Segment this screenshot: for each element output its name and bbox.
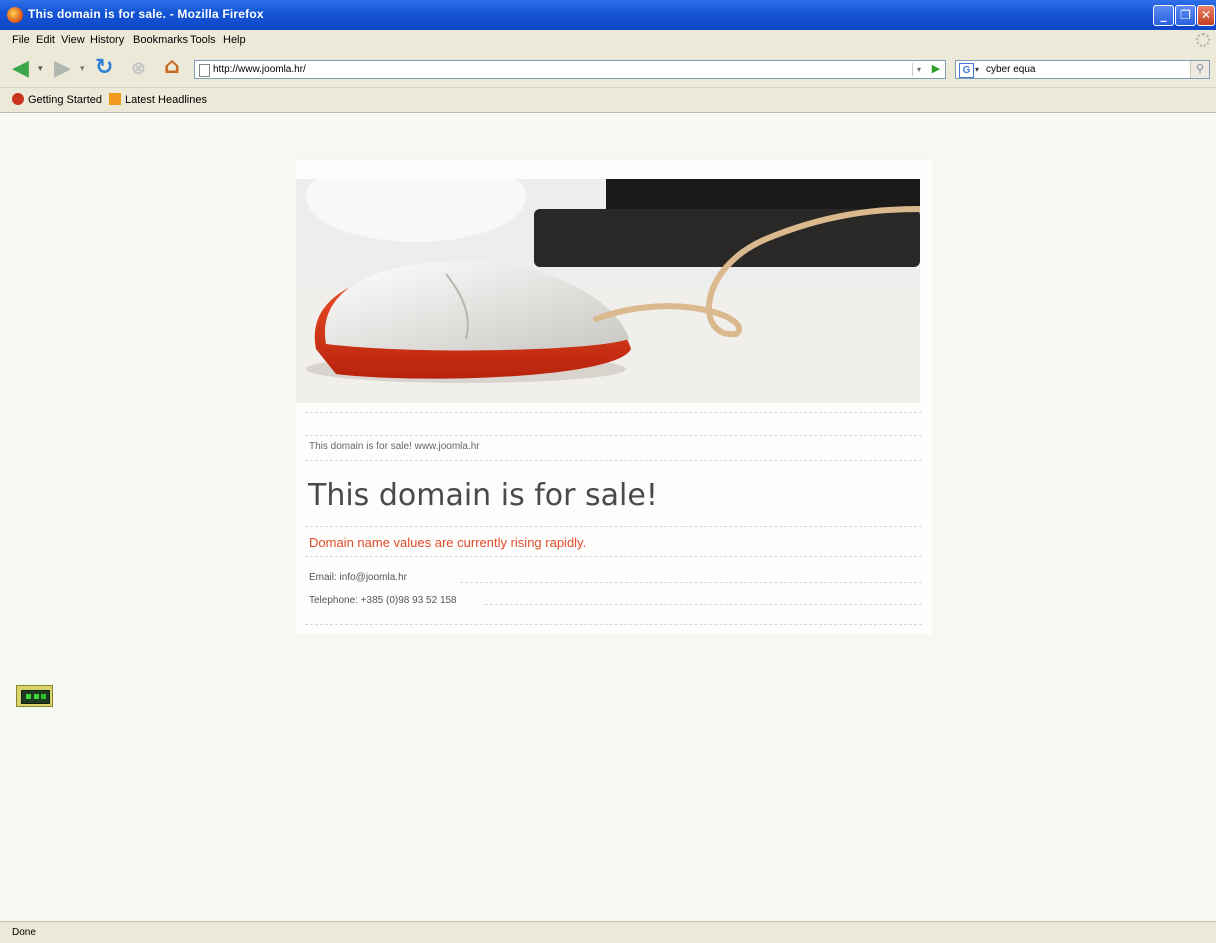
email-line: Email: info@joomla.hr (309, 572, 407, 583)
divider (305, 435, 922, 436)
search-magnifier-icon[interactable]: ⚲ (1190, 61, 1209, 78)
firefox-icon (7, 7, 23, 23)
bookmark-latest-headlines[interactable]: Latest Headlines (109, 93, 207, 106)
minimize-button[interactable]: _ (1153, 5, 1174, 26)
rss-feed-icon (109, 93, 121, 105)
go-icon[interactable]: ▶ (929, 63, 943, 76)
forward-dropdown-icon[interactable]: ▾ (80, 58, 85, 80)
url-input[interactable] (213, 62, 903, 76)
url-bar[interactable]: ▾ ▶ (194, 60, 946, 79)
search-bar[interactable]: G ▾ ⚲ (955, 60, 1210, 79)
page-icon (199, 64, 210, 77)
menu-tools[interactable]: Tools (190, 34, 216, 46)
maximize-button[interactable]: ❐ (1175, 5, 1196, 26)
window-title: This domain is for sale. - Mozilla Firef… (28, 7, 264, 21)
header-photo (296, 179, 920, 403)
getting-started-icon (12, 93, 24, 105)
menu-file[interactable]: File (12, 34, 30, 46)
url-history-dropdown-icon[interactable]: ▾ (912, 63, 925, 76)
divider (305, 526, 922, 527)
embedded-applet-icon[interactable] (16, 685, 53, 707)
applet-screen (21, 690, 50, 704)
menu-history[interactable]: History (90, 34, 124, 46)
google-engine-icon[interactable]: G (959, 63, 974, 78)
home-icon[interactable]: ⌂ (164, 56, 180, 78)
subheadline: Domain name values are currently rising … (309, 535, 587, 550)
search-input[interactable] (986, 62, 1176, 76)
back-arrow-icon[interactable]: ◀ (12, 58, 29, 80)
mouse-photo-illustration (296, 179, 920, 403)
telephone-line: Telephone: +385 (0)98 93 52 158 (309, 595, 457, 606)
menu-view[interactable]: View (61, 34, 85, 46)
page-headline: This domain is for sale! (308, 478, 658, 513)
bookmark-label: Latest Headlines (125, 94, 207, 106)
divider (305, 556, 922, 557)
engine-dropdown-icon[interactable]: ▾ (975, 63, 979, 76)
back-dropdown-icon[interactable]: ▾ (38, 58, 43, 80)
close-button[interactable]: ✕ (1197, 5, 1215, 26)
divider (305, 412, 922, 413)
divider (305, 460, 922, 461)
status-text: Done (12, 927, 36, 938)
bookmark-label: Getting Started (28, 94, 102, 106)
stop-icon[interactable]: ⊗ (131, 58, 146, 80)
reload-icon[interactable]: ↻ (95, 57, 113, 79)
forward-arrow-icon[interactable]: ▶ (54, 58, 71, 80)
status-bar: Done (0, 921, 1216, 943)
bookmarks-toolbar: Getting Started Latest Headlines (0, 88, 1216, 113)
bookmark-getting-started[interactable]: Getting Started (12, 93, 102, 106)
title-bar: This domain is for sale. - Mozilla Firef… (0, 0, 1216, 30)
divider (485, 604, 922, 605)
menu-bar: File Edit View History Bookmarks Tools H… (0, 30, 1216, 51)
breadcrumb: This domain is for sale! www.joomla.hr (309, 441, 480, 452)
navigation-toolbar: ◀ ▾ ▶ ▾ ↻ ⊗ ⌂ ▾ ▶ G ▾ ⚲ (0, 51, 1216, 88)
menu-edit[interactable]: Edit (36, 34, 55, 46)
divider (305, 624, 922, 625)
menu-help[interactable]: Help (223, 34, 246, 46)
activity-throbber-icon (1196, 33, 1210, 47)
divider (460, 582, 922, 583)
menu-bookmarks[interactable]: Bookmarks (133, 34, 188, 46)
